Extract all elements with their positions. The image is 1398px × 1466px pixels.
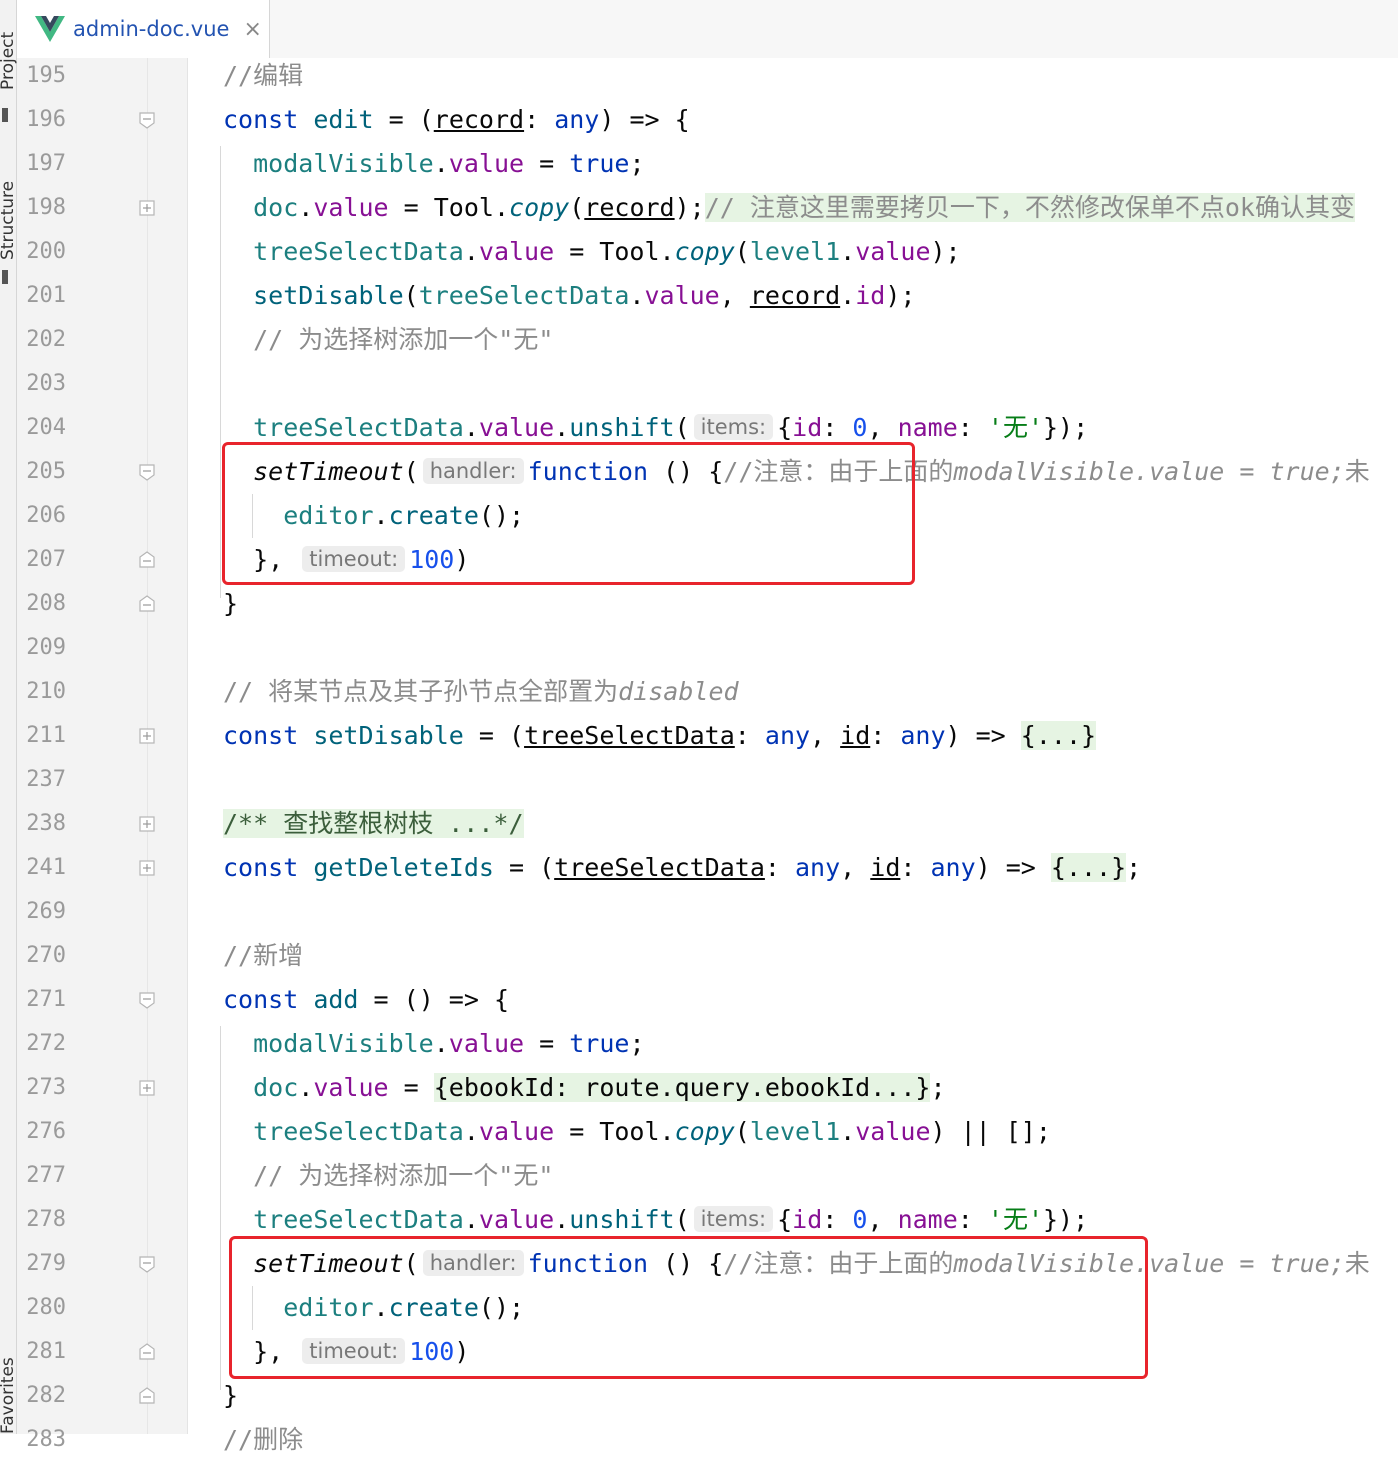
code-text: // 为选择树添加一个"无" bbox=[253, 325, 554, 354]
line-number: 200 bbox=[26, 239, 66, 264]
line-number: 205 bbox=[26, 459, 66, 484]
line-number: 278 bbox=[26, 1207, 66, 1232]
code-line: 197 modalVisible.value = true; bbox=[26, 146, 1398, 190]
project-marker bbox=[2, 108, 8, 122]
tab-admin-doc-vue[interactable]: admin-doc.vue × bbox=[17, 0, 270, 58]
line-number: 208 bbox=[26, 591, 66, 616]
close-tab-icon[interactable]: × bbox=[243, 17, 261, 42]
code-line: 283 //删除 bbox=[26, 1422, 1398, 1466]
code-line: 200 treeSelectData.value = Tool.copy(lev… bbox=[26, 234, 1398, 278]
code-text: treeSelectData.value = Tool.copy(level1.… bbox=[253, 1117, 1051, 1146]
code-line: 198 doc.value = Tool.copy(record);// 注意这… bbox=[26, 190, 1398, 234]
line-number: 270 bbox=[26, 943, 66, 968]
line-number: 211 bbox=[26, 723, 66, 748]
line-number: 277 bbox=[26, 1163, 66, 1188]
fold-end-icon[interactable] bbox=[138, 595, 156, 613]
line-number: 206 bbox=[26, 503, 66, 528]
code-line: 202 // 为选择树添加一个"无" bbox=[26, 322, 1398, 366]
code-line: 277 // 为选择树添加一个"无" bbox=[26, 1158, 1398, 1202]
code-text: // 将某节点及其子孙节点全部置为disabled bbox=[223, 677, 739, 706]
code-line: 272 modalVisible.value = true; bbox=[26, 1026, 1398, 1070]
code-text: setDisable(treeSelectData.value, record.… bbox=[253, 281, 916, 310]
line-number: 280 bbox=[26, 1295, 66, 1320]
code-text: //新增 bbox=[223, 941, 304, 970]
line-number: 281 bbox=[26, 1339, 66, 1364]
code-line: 238 /** 查找整根树枝 ...*/ bbox=[26, 806, 1398, 850]
fold-open-icon[interactable] bbox=[138, 991, 156, 1009]
fold-collapsed-icon[interactable] bbox=[138, 815, 156, 833]
vue-file-icon bbox=[35, 16, 65, 42]
fold-collapsed-icon[interactable] bbox=[138, 727, 156, 745]
line-number: 272 bbox=[26, 1031, 66, 1056]
code-text: doc.value = {ebookId: route.query.ebookI… bbox=[253, 1073, 946, 1102]
code-text: const getDeleteIds = (treeSelectData: an… bbox=[223, 853, 1142, 882]
line-number: 210 bbox=[26, 679, 66, 704]
code-line: 269 bbox=[26, 894, 1398, 938]
code-text: /** 查找整根树枝 ...*/ bbox=[223, 809, 524, 838]
code-line: 273 doc.value = {ebookId: route.query.eb… bbox=[26, 1070, 1398, 1114]
fold-end-icon[interactable] bbox=[138, 551, 156, 569]
highlight-box-add-settimeout bbox=[229, 1236, 1148, 1379]
line-number: 207 bbox=[26, 547, 66, 572]
code-text: doc.value = Tool.copy(record);// 注意这里需要拷… bbox=[253, 193, 1355, 222]
highlight-box-edit-settimeout bbox=[222, 442, 915, 585]
code-text: treeSelectData.value.unshift(items: {id: … bbox=[253, 1205, 1089, 1234]
line-number: 238 bbox=[26, 811, 66, 836]
fold-open-icon[interactable] bbox=[138, 111, 156, 129]
code-line: 282 } bbox=[26, 1378, 1398, 1422]
line-number: 204 bbox=[26, 415, 66, 440]
code-editor[interactable]: 195 //编辑 196 const edit = (record: any) … bbox=[26, 58, 1398, 1454]
code-text: } bbox=[223, 1381, 239, 1410]
fold-collapsed-icon[interactable] bbox=[138, 199, 156, 217]
line-number: 202 bbox=[26, 327, 66, 352]
fold-collapsed-icon[interactable] bbox=[138, 1079, 156, 1097]
code-line: 211 const setDisable = (treeSelectData: … bbox=[26, 718, 1398, 762]
code-text: //编辑 bbox=[223, 61, 304, 90]
fold-collapsed-icon[interactable] bbox=[138, 859, 156, 877]
line-number: 197 bbox=[26, 151, 66, 176]
code-text: treeSelectData.value = Tool.copy(level1.… bbox=[253, 237, 961, 266]
code-text: } bbox=[223, 589, 239, 618]
code-line: 201 setDisable(treeSelectData.value, rec… bbox=[26, 278, 1398, 322]
code-line: 270 //新增 bbox=[26, 938, 1398, 982]
line-number: 237 bbox=[26, 767, 66, 792]
code-line: 237 bbox=[26, 762, 1398, 806]
code-line: 203 bbox=[26, 366, 1398, 410]
code-text: modalVisible.value = true; bbox=[253, 1029, 645, 1058]
line-number: 276 bbox=[26, 1119, 66, 1144]
code-text: modalVisible.value = true; bbox=[253, 149, 645, 178]
code-text: const add = () => { bbox=[223, 985, 509, 1014]
line-number: 282 bbox=[26, 1383, 66, 1408]
line-number: 196 bbox=[26, 107, 66, 132]
code-line: 210 // 将某节点及其子孙节点全部置为disabled bbox=[26, 674, 1398, 718]
fold-open-icon[interactable] bbox=[138, 463, 156, 481]
line-number: 273 bbox=[26, 1075, 66, 1100]
line-number: 279 bbox=[26, 1251, 66, 1276]
line-number: 195 bbox=[26, 63, 66, 88]
code-line: 271 const add = () => { bbox=[26, 982, 1398, 1026]
code-text: const edit = (record: any) => { bbox=[223, 105, 690, 134]
line-number: 283 bbox=[26, 1427, 66, 1452]
code-text: //删除 bbox=[223, 1425, 304, 1454]
line-number: 271 bbox=[26, 987, 66, 1012]
code-line: 196 const edit = (record: any) => { bbox=[26, 102, 1398, 146]
structure-marker bbox=[2, 270, 8, 284]
fold-open-icon[interactable] bbox=[138, 1255, 156, 1273]
code-line: 276 treeSelectData.value = Tool.copy(lev… bbox=[26, 1114, 1398, 1158]
code-line: 241 const getDeleteIds = (treeSelectData… bbox=[26, 850, 1398, 894]
fold-end-icon[interactable] bbox=[138, 1387, 156, 1405]
line-number: 198 bbox=[26, 195, 66, 220]
line-number: 269 bbox=[26, 899, 66, 924]
fold-end-icon[interactable] bbox=[138, 1343, 156, 1361]
line-number: 201 bbox=[26, 283, 66, 308]
code-line: 209 bbox=[26, 630, 1398, 674]
code-line: 208 } bbox=[26, 586, 1398, 630]
code-text: // 为选择树添加一个"无" bbox=[253, 1161, 554, 1190]
line-number: 203 bbox=[26, 371, 66, 396]
tab-label: admin-doc.vue bbox=[73, 17, 230, 41]
line-number: 209 bbox=[26, 635, 66, 660]
code-line: 195 //编辑 bbox=[26, 58, 1398, 102]
line-number: 241 bbox=[26, 855, 66, 880]
code-text: const setDisable = (treeSelectData: any,… bbox=[223, 721, 1097, 750]
